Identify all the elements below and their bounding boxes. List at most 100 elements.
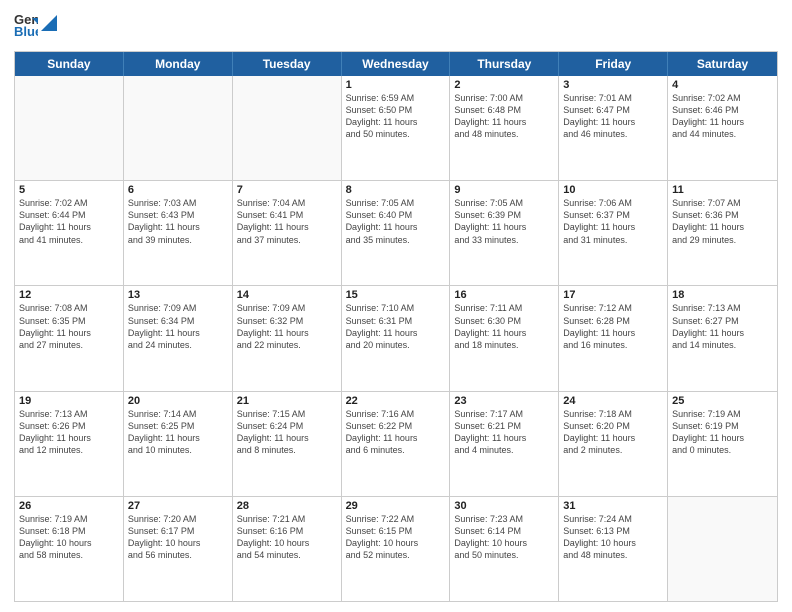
day-cell (15, 76, 124, 180)
day-headers: SundayMondayTuesdayWednesdayThursdayFrid… (15, 52, 777, 76)
day-info: Sunrise: 7:22 AM Sunset: 6:15 PM Dayligh… (346, 513, 446, 562)
day-info: Sunrise: 7:12 AM Sunset: 6:28 PM Dayligh… (563, 302, 663, 351)
day-number: 24 (563, 395, 663, 407)
day-info: Sunrise: 7:11 AM Sunset: 6:30 PM Dayligh… (454, 302, 554, 351)
day-cell: 22Sunrise: 7:16 AM Sunset: 6:22 PM Dayli… (342, 392, 451, 496)
day-info: Sunrise: 6:59 AM Sunset: 6:50 PM Dayligh… (346, 92, 446, 141)
day-cell: 14Sunrise: 7:09 AM Sunset: 6:32 PM Dayli… (233, 286, 342, 390)
day-header: Tuesday (233, 52, 342, 76)
day-number: 28 (237, 500, 337, 512)
day-info: Sunrise: 7:23 AM Sunset: 6:14 PM Dayligh… (454, 513, 554, 562)
calendar: SundayMondayTuesdayWednesdayThursdayFrid… (14, 51, 778, 602)
day-number: 21 (237, 395, 337, 407)
day-info: Sunrise: 7:05 AM Sunset: 6:39 PM Dayligh… (454, 197, 554, 246)
day-number: 16 (454, 289, 554, 301)
day-info: Sunrise: 7:02 AM Sunset: 6:46 PM Dayligh… (672, 92, 773, 141)
day-cell: 6Sunrise: 7:03 AM Sunset: 6:43 PM Daylig… (124, 181, 233, 285)
day-info: Sunrise: 7:16 AM Sunset: 6:22 PM Dayligh… (346, 408, 446, 457)
day-info: Sunrise: 7:02 AM Sunset: 6:44 PM Dayligh… (19, 197, 119, 246)
day-number: 3 (563, 79, 663, 91)
day-info: Sunrise: 7:13 AM Sunset: 6:27 PM Dayligh… (672, 302, 773, 351)
day-number: 31 (563, 500, 663, 512)
day-cell (668, 497, 777, 601)
day-cell: 18Sunrise: 7:13 AM Sunset: 6:27 PM Dayli… (668, 286, 777, 390)
day-number: 8 (346, 184, 446, 196)
page-container: General Blue SundayMondayTuesdayWednesda… (0, 0, 792, 612)
week-row: 5Sunrise: 7:02 AM Sunset: 6:44 PM Daylig… (15, 181, 777, 286)
day-cell: 27Sunrise: 7:20 AM Sunset: 6:17 PM Dayli… (124, 497, 233, 601)
day-cell: 12Sunrise: 7:08 AM Sunset: 6:35 PM Dayli… (15, 286, 124, 390)
day-info: Sunrise: 7:15 AM Sunset: 6:24 PM Dayligh… (237, 408, 337, 457)
day-cell: 4Sunrise: 7:02 AM Sunset: 6:46 PM Daylig… (668, 76, 777, 180)
day-header: Monday (124, 52, 233, 76)
day-number: 7 (237, 184, 337, 196)
day-number: 12 (19, 289, 119, 301)
day-number: 14 (237, 289, 337, 301)
day-info: Sunrise: 7:09 AM Sunset: 6:34 PM Dayligh… (128, 302, 228, 351)
day-number: 25 (672, 395, 773, 407)
day-cell: 29Sunrise: 7:22 AM Sunset: 6:15 PM Dayli… (342, 497, 451, 601)
day-header: Thursday (450, 52, 559, 76)
day-info: Sunrise: 7:01 AM Sunset: 6:47 PM Dayligh… (563, 92, 663, 141)
day-number: 20 (128, 395, 228, 407)
day-cell: 16Sunrise: 7:11 AM Sunset: 6:30 PM Dayli… (450, 286, 559, 390)
day-info: Sunrise: 7:03 AM Sunset: 6:43 PM Dayligh… (128, 197, 228, 246)
week-row: 19Sunrise: 7:13 AM Sunset: 6:26 PM Dayli… (15, 392, 777, 497)
day-number: 27 (128, 500, 228, 512)
day-number: 22 (346, 395, 446, 407)
day-cell: 21Sunrise: 7:15 AM Sunset: 6:24 PM Dayli… (233, 392, 342, 496)
day-info: Sunrise: 7:19 AM Sunset: 6:19 PM Dayligh… (672, 408, 773, 457)
day-cell: 24Sunrise: 7:18 AM Sunset: 6:20 PM Dayli… (559, 392, 668, 496)
day-number: 29 (346, 500, 446, 512)
day-number: 10 (563, 184, 663, 196)
day-cell: 28Sunrise: 7:21 AM Sunset: 6:16 PM Dayli… (233, 497, 342, 601)
day-info: Sunrise: 7:00 AM Sunset: 6:48 PM Dayligh… (454, 92, 554, 141)
day-number: 30 (454, 500, 554, 512)
day-header: Sunday (15, 52, 124, 76)
day-info: Sunrise: 7:14 AM Sunset: 6:25 PM Dayligh… (128, 408, 228, 457)
week-row: 26Sunrise: 7:19 AM Sunset: 6:18 PM Dayli… (15, 497, 777, 601)
day-cell: 23Sunrise: 7:17 AM Sunset: 6:21 PM Dayli… (450, 392, 559, 496)
day-cell: 19Sunrise: 7:13 AM Sunset: 6:26 PM Dayli… (15, 392, 124, 496)
week-row: 12Sunrise: 7:08 AM Sunset: 6:35 PM Dayli… (15, 286, 777, 391)
day-number: 13 (128, 289, 228, 301)
day-cell: 7Sunrise: 7:04 AM Sunset: 6:41 PM Daylig… (233, 181, 342, 285)
day-cell: 17Sunrise: 7:12 AM Sunset: 6:28 PM Dayli… (559, 286, 668, 390)
day-number: 18 (672, 289, 773, 301)
day-number: 11 (672, 184, 773, 196)
day-info: Sunrise: 7:24 AM Sunset: 6:13 PM Dayligh… (563, 513, 663, 562)
day-cell: 20Sunrise: 7:14 AM Sunset: 6:25 PM Dayli… (124, 392, 233, 496)
day-cell: 10Sunrise: 7:06 AM Sunset: 6:37 PM Dayli… (559, 181, 668, 285)
day-info: Sunrise: 7:08 AM Sunset: 6:35 PM Dayligh… (19, 302, 119, 351)
day-cell (124, 76, 233, 180)
day-info: Sunrise: 7:19 AM Sunset: 6:18 PM Dayligh… (19, 513, 119, 562)
day-cell: 9Sunrise: 7:05 AM Sunset: 6:39 PM Daylig… (450, 181, 559, 285)
day-info: Sunrise: 7:10 AM Sunset: 6:31 PM Dayligh… (346, 302, 446, 351)
day-number: 9 (454, 184, 554, 196)
day-info: Sunrise: 7:17 AM Sunset: 6:21 PM Dayligh… (454, 408, 554, 457)
day-cell: 2Sunrise: 7:00 AM Sunset: 6:48 PM Daylig… (450, 76, 559, 180)
day-number: 17 (563, 289, 663, 301)
logo: General Blue (14, 10, 57, 43)
day-number: 26 (19, 500, 119, 512)
day-info: Sunrise: 7:21 AM Sunset: 6:16 PM Dayligh… (237, 513, 337, 562)
week-row: 1Sunrise: 6:59 AM Sunset: 6:50 PM Daylig… (15, 76, 777, 181)
svg-text:Blue: Blue (14, 24, 38, 38)
day-info: Sunrise: 7:13 AM Sunset: 6:26 PM Dayligh… (19, 408, 119, 457)
day-info: Sunrise: 7:09 AM Sunset: 6:32 PM Dayligh… (237, 302, 337, 351)
day-number: 4 (672, 79, 773, 91)
day-info: Sunrise: 7:18 AM Sunset: 6:20 PM Dayligh… (563, 408, 663, 457)
day-number: 15 (346, 289, 446, 301)
day-info: Sunrise: 7:07 AM Sunset: 6:36 PM Dayligh… (672, 197, 773, 246)
day-number: 2 (454, 79, 554, 91)
day-cell: 31Sunrise: 7:24 AM Sunset: 6:13 PM Dayli… (559, 497, 668, 601)
day-info: Sunrise: 7:04 AM Sunset: 6:41 PM Dayligh… (237, 197, 337, 246)
day-cell: 25Sunrise: 7:19 AM Sunset: 6:19 PM Dayli… (668, 392, 777, 496)
day-number: 19 (19, 395, 119, 407)
day-number: 1 (346, 79, 446, 91)
day-header: Wednesday (342, 52, 451, 76)
day-cell (233, 76, 342, 180)
weeks: 1Sunrise: 6:59 AM Sunset: 6:50 PM Daylig… (15, 76, 777, 601)
header: General Blue (14, 10, 778, 43)
day-cell: 8Sunrise: 7:05 AM Sunset: 6:40 PM Daylig… (342, 181, 451, 285)
